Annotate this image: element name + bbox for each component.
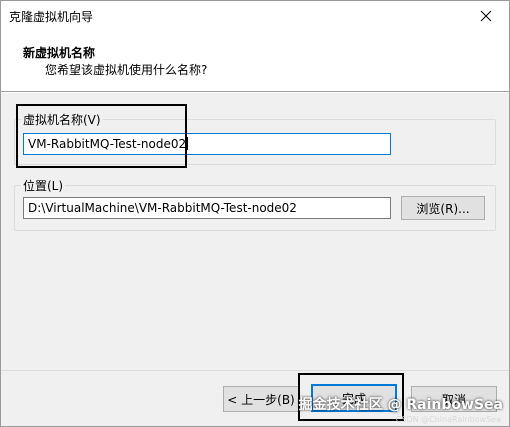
watermark-small-text: CSDN @ChinaRainbowSea [395,415,501,424]
back-button[interactable]: < 上一步(B) [223,386,299,412]
location-group: 位置(L) D:\VirtualMachine\VM-RabbitMQ-Test… [14,177,496,231]
close-button[interactable] [463,1,509,30]
clone-vm-wizard-dialog: 克隆虚拟机向导 新虚拟机名称 您希望该虚拟机使用什么名称? 虚拟机名称(V) V… [0,0,510,427]
vm-name-value: VM-RabbitMQ-Test-node02 [28,137,187,151]
title-bar: 克隆虚拟机向导 [1,1,509,30]
header-divider [1,91,509,93]
vm-name-label: 虚拟机名称(V) [21,111,103,128]
browse-button[interactable]: 浏览(R)... [401,196,485,220]
close-icon [480,10,492,21]
page-title: 新虚拟机名称 [23,46,96,60]
window-title: 克隆虚拟机向导 [9,10,94,24]
footer-divider [1,370,509,371]
page-subtitle: 您希望该虚拟机使用什么名称? [45,63,208,77]
location-value: D:\VirtualMachine\VM-RabbitMQ-Test-node0… [28,201,297,215]
location-label: 位置(L) [21,177,66,194]
text-caret [187,137,189,150]
vm-name-input[interactable]: VM-RabbitMQ-Test-node02 [23,133,391,155]
watermark-text: 掘金技术社区 @ RainbowSea [298,397,503,413]
location-input[interactable]: D:\VirtualMachine\VM-RabbitMQ-Test-node0… [23,197,391,219]
wizard-header: 新虚拟机名称 您希望该虚拟机使用什么名称? [1,30,509,91]
vm-name-group: 虚拟机名称(V) VM-RabbitMQ-Test-node02 [14,111,496,165]
